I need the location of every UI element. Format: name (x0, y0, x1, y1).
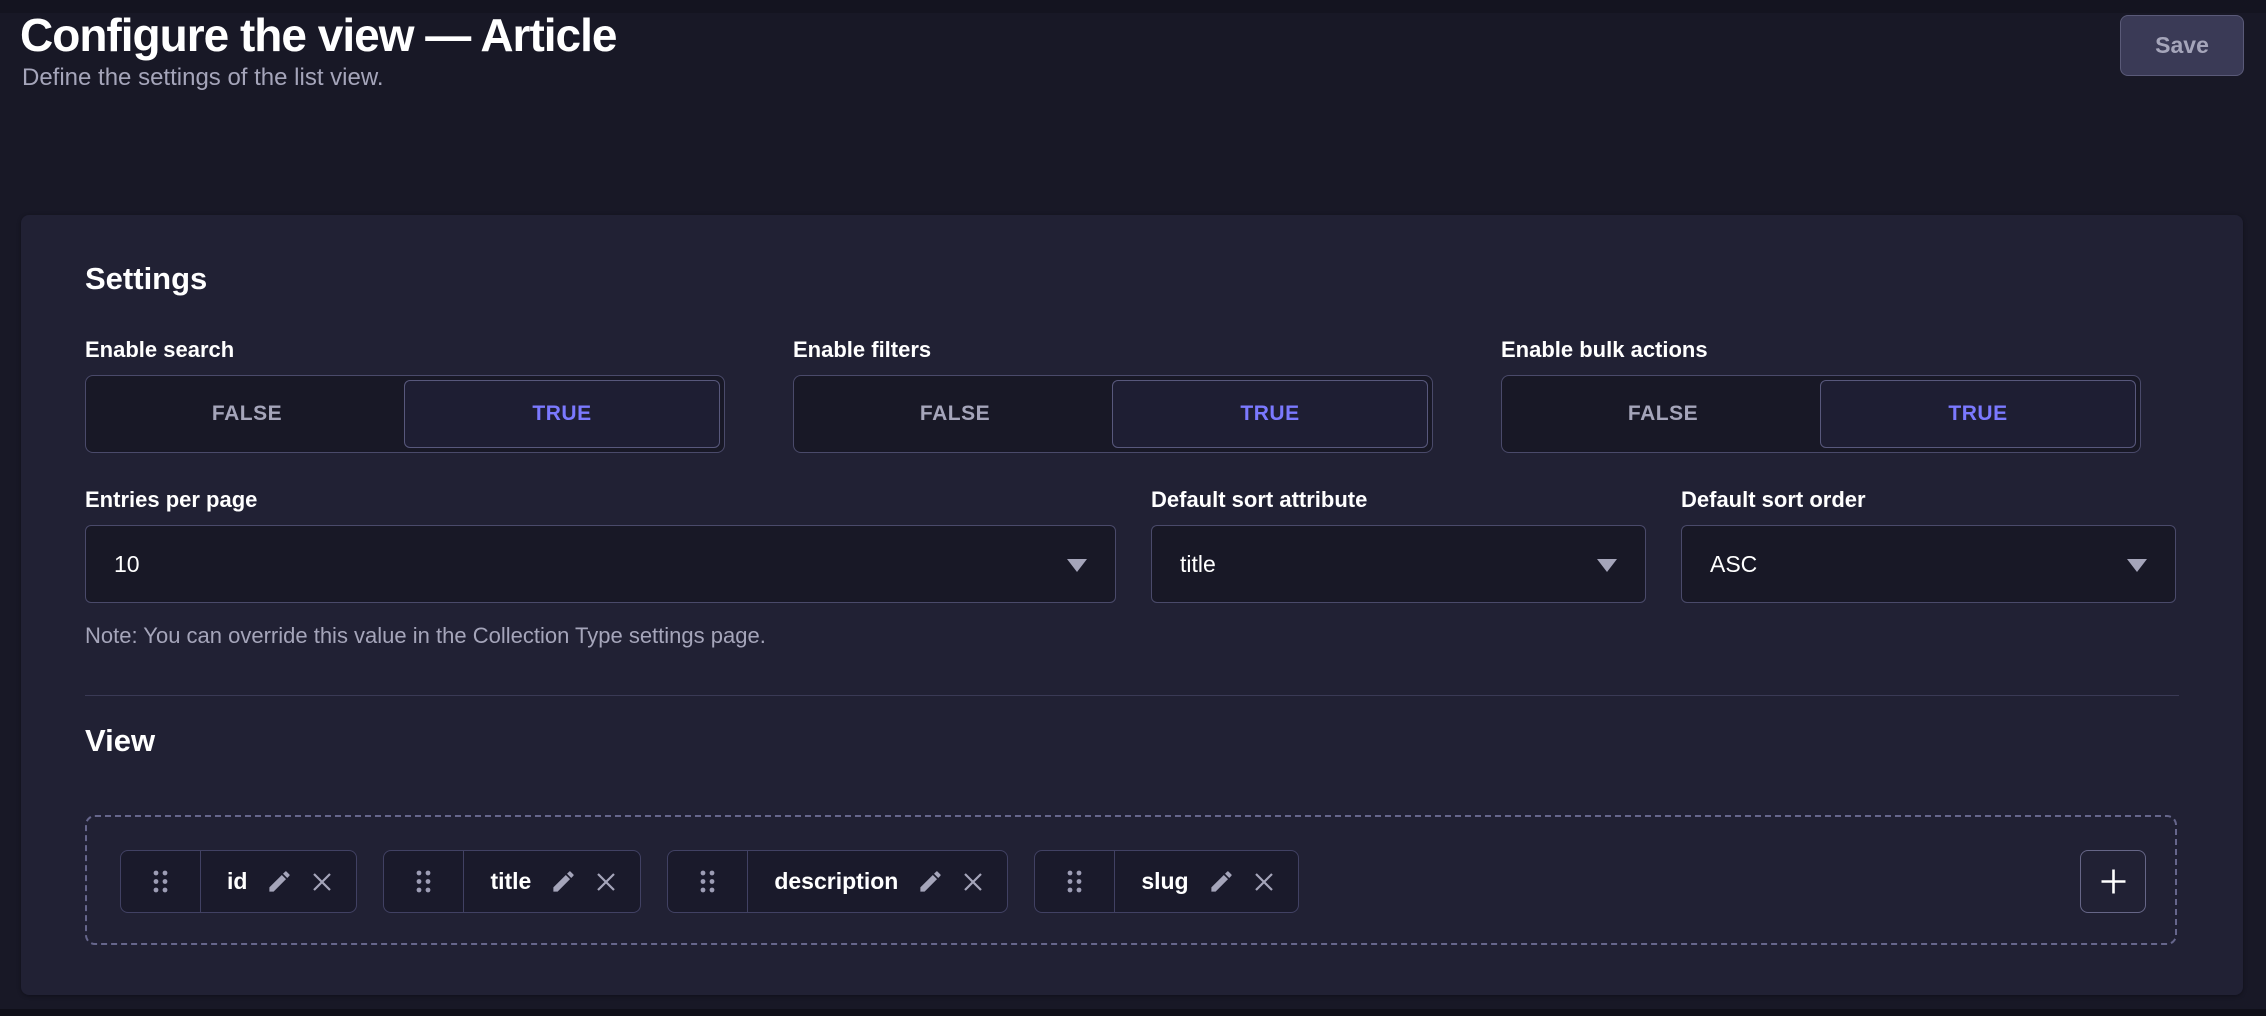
field-chip-body: id (201, 851, 356, 912)
settings-card: Settings Enable search FALSE TRUE Enable… (21, 215, 2243, 995)
close-icon (961, 870, 985, 894)
remove-field-button[interactable] (594, 870, 618, 894)
edit-field-button[interactable] (1208, 868, 1235, 895)
field-list-dropzone: id title (85, 815, 2177, 945)
drag-handle-icon[interactable] (1035, 851, 1115, 912)
drag-handle-icon[interactable] (668, 851, 748, 912)
pencil-icon (917, 868, 944, 895)
section-divider (85, 695, 2179, 696)
close-icon (594, 870, 618, 894)
toggle-option-false[interactable]: FALSE (1506, 380, 1820, 448)
caret-down-icon (1067, 559, 1087, 572)
drag-handle-icon[interactable] (384, 851, 464, 912)
select-value: 10 (114, 551, 140, 578)
field-chip-body: description (748, 851, 1007, 912)
caret-down-icon (2127, 559, 2147, 572)
drag-handle-icon[interactable] (121, 851, 201, 912)
enable-search-label: Enable search (85, 337, 725, 363)
field-entries-per-page: Entries per page 10 (85, 487, 1116, 603)
default-sort-attribute-select[interactable]: title (1151, 525, 1646, 603)
field-enable-bulk-actions: Enable bulk actions FALSE TRUE (1501, 337, 2141, 453)
field-chip-body: slug (1115, 851, 1297, 912)
field-chip[interactable]: slug (1034, 850, 1298, 913)
entries-per-page-select[interactable]: 10 (85, 525, 1116, 603)
field-chips-row: id title (120, 850, 1299, 913)
field-default-sort-attribute: Default sort attribute title (1151, 487, 1646, 603)
toggle-option-true[interactable]: TRUE (404, 380, 720, 448)
page-subtitle: Define the settings of the list view. (22, 64, 384, 92)
plus-icon (2098, 866, 2129, 897)
add-field-button[interactable] (2080, 850, 2146, 913)
field-chip-label: slug (1141, 868, 1188, 895)
page-title: Configure the view — Article (20, 8, 617, 62)
view-heading: View (85, 723, 155, 759)
remove-field-button[interactable] (1252, 870, 1276, 894)
default-sort-attribute-label: Default sort attribute (1151, 487, 1646, 513)
edit-field-button[interactable] (917, 868, 944, 895)
remove-field-button[interactable] (961, 870, 985, 894)
configure-view-page: Configure the view — Article Define the … (0, 0, 2266, 1016)
remove-field-button[interactable] (310, 870, 334, 894)
field-chip[interactable]: id (120, 850, 357, 913)
field-chip[interactable]: title (383, 850, 641, 913)
pencil-icon (550, 868, 577, 895)
field-enable-filters: Enable filters FALSE TRUE (793, 337, 1433, 453)
edit-field-button[interactable] (266, 868, 293, 895)
field-chip-label: title (490, 868, 531, 895)
close-icon (310, 870, 334, 894)
field-chip-label: id (227, 868, 247, 895)
field-default-sort-order: Default sort order ASC (1681, 487, 2176, 603)
default-sort-order-select[interactable]: ASC (1681, 525, 2176, 603)
field-enable-search: Enable search FALSE TRUE (85, 337, 725, 453)
field-chip-label: description (774, 868, 898, 895)
toggle-option-false[interactable]: FALSE (90, 380, 404, 448)
select-value: ASC (1710, 551, 1757, 578)
bottom-shade (0, 1009, 2266, 1016)
edit-field-button[interactable] (550, 868, 577, 895)
toggle-option-true[interactable]: TRUE (1112, 380, 1428, 448)
save-button[interactable]: Save (2120, 15, 2244, 76)
enable-filters-toggle: FALSE TRUE (793, 375, 1433, 453)
toggle-option-false[interactable]: FALSE (798, 380, 1112, 448)
enable-bulk-actions-toggle: FALSE TRUE (1501, 375, 2141, 453)
entries-per-page-label: Entries per page (85, 487, 1116, 513)
enable-filters-label: Enable filters (793, 337, 1433, 363)
enable-search-toggle: FALSE TRUE (85, 375, 725, 453)
enable-bulk-actions-label: Enable bulk actions (1501, 337, 2141, 363)
toggle-option-true[interactable]: TRUE (1820, 380, 2136, 448)
settings-heading: Settings (85, 261, 207, 297)
entries-note: Note: You can override this value in the… (85, 623, 766, 649)
caret-down-icon (1597, 559, 1617, 572)
pencil-icon (266, 868, 293, 895)
pencil-icon (1208, 868, 1235, 895)
close-icon (1252, 870, 1276, 894)
field-chip-body: title (464, 851, 640, 912)
field-chip[interactable]: description (667, 850, 1008, 913)
select-value: title (1180, 551, 1216, 578)
default-sort-order-label: Default sort order (1681, 487, 2176, 513)
